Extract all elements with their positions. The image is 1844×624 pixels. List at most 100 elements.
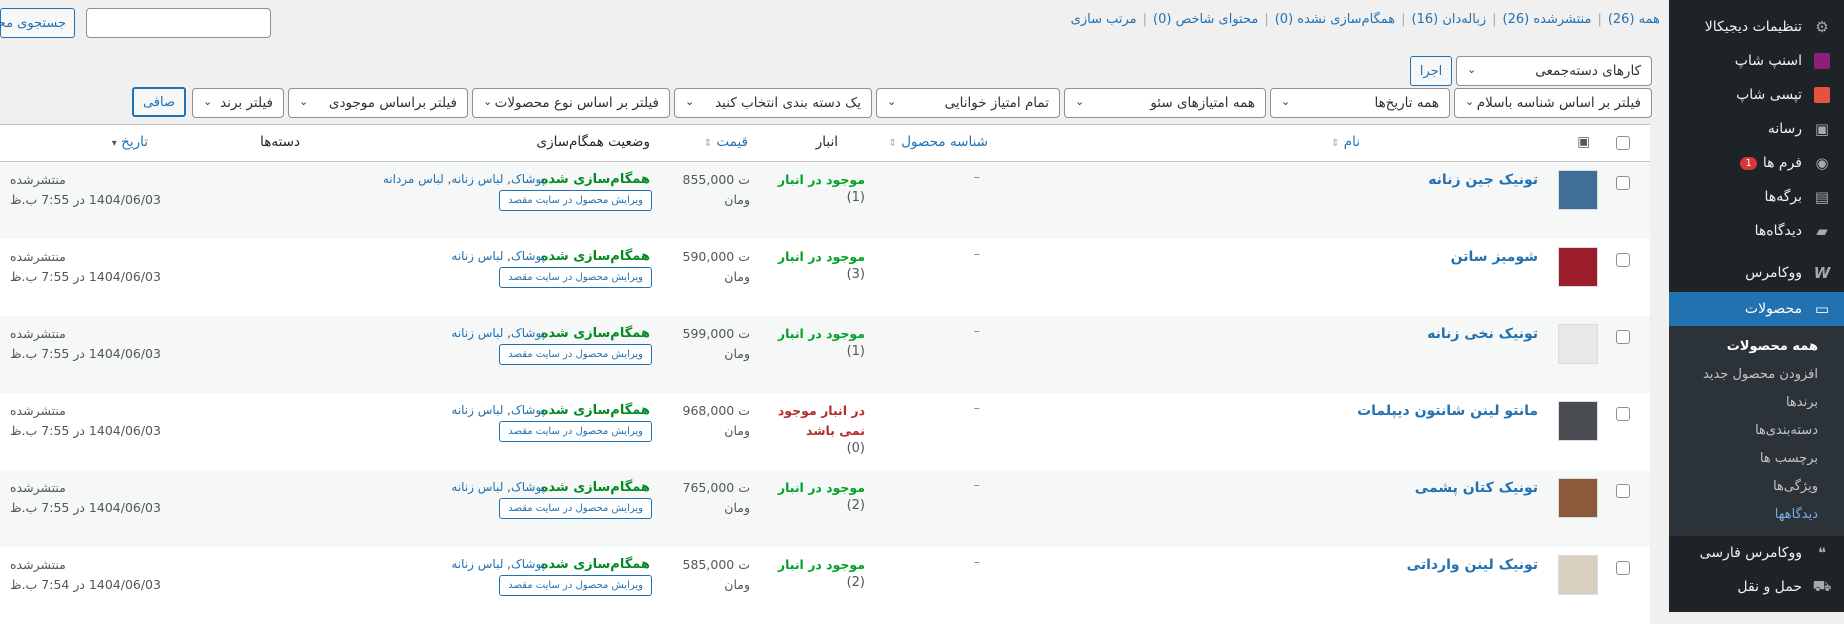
- price-cell: 590,000 ت ومان: [683, 247, 750, 287]
- submenu-reviews[interactable]: دیدگاهها: [1669, 500, 1844, 528]
- category-link[interactable]: پوشاک: [511, 557, 545, 571]
- basalam-filter-select[interactable]: فیلتر بر اساس شناسه باسلام ⌄: [1454, 88, 1652, 118]
- notification-badge: 1: [1740, 156, 1757, 170]
- edit-on-destination-button[interactable]: ویرایش محصول در سایت مقصد: [499, 575, 652, 596]
- column-sku[interactable]: شناسه محصول ⇕: [889, 134, 988, 150]
- product-thumbnail[interactable]: [1558, 324, 1598, 364]
- sidebar-item-media[interactable]: ▣ رسانه: [1669, 112, 1844, 146]
- sidebar-item-label: برگه‌ها: [1764, 189, 1802, 205]
- submenu-categories[interactable]: دسته‌بندی‌ها: [1669, 416, 1844, 444]
- product-thumbnail[interactable]: [1558, 478, 1598, 518]
- submenu-brands[interactable]: برندها: [1669, 388, 1844, 416]
- readability-filter-select[interactable]: تمام امتیاز خوانایی ⌄: [876, 88, 1060, 118]
- product-thumbnail[interactable]: [1558, 401, 1598, 441]
- sidebar-item-label: رسانه: [1767, 121, 1802, 137]
- category-link[interactable]: لباس زنانه: [451, 557, 503, 571]
- category-link[interactable]: لباس زنانه: [451, 480, 503, 494]
- seo-filter-select[interactable]: همه امتیازهای سئو ⌄: [1064, 88, 1266, 118]
- column-date-label: تاریخ: [121, 134, 148, 150]
- submenu-tags[interactable]: برچسب ها: [1669, 444, 1844, 472]
- category-link[interactable]: لباس زنانه: [451, 249, 503, 263]
- price-currency: ومان: [724, 577, 750, 592]
- product-type-filter-select[interactable]: فیلتر بر اساس نوع محصولات ⌄: [472, 88, 670, 118]
- row-checkbox[interactable]: [1616, 176, 1630, 190]
- column-price[interactable]: قیمت ⇕: [704, 134, 748, 150]
- row-checkbox[interactable]: [1616, 330, 1630, 344]
- product-name-link[interactable]: تونیک لینن وارداتی: [1407, 557, 1538, 573]
- row-checkbox[interactable]: [1616, 407, 1630, 421]
- price-cell: 585,000 ت ومان: [683, 555, 750, 595]
- product-name-link[interactable]: تونیک نخی زنانه: [1427, 326, 1538, 342]
- sidebar-item-shipping[interactable]: ⛟ حمل و نقل: [1669, 570, 1844, 604]
- stock-quantity: (2): [846, 498, 865, 513]
- sidebar-item-forms[interactable]: ◉ فرم ها 1: [1669, 146, 1844, 180]
- brand-filter-select[interactable]: فیلتر برند ⌄: [192, 88, 284, 118]
- row-checkbox[interactable]: [1616, 253, 1630, 267]
- select-all-checkbox[interactable]: [1616, 136, 1630, 150]
- view-trash[interactable]: زباله‌دان (16): [1412, 12, 1487, 27]
- date-filter-value: همه تاریخ‌ها: [1374, 95, 1439, 111]
- row-checkbox[interactable]: [1616, 484, 1630, 498]
- edit-on-destination-button[interactable]: ویرایش محصول در سایت مقصد: [499, 344, 652, 365]
- edit-on-destination-button[interactable]: ویرایش محصول در سایت مقصد: [499, 267, 652, 288]
- category-link[interactable]: پوشاک: [511, 249, 545, 263]
- category-link[interactable]: لباس زنانه: [451, 326, 503, 340]
- filter-button[interactable]: صافی: [132, 87, 186, 117]
- row-checkbox[interactable]: [1616, 561, 1630, 575]
- stock-label: موجود در انبار: [777, 172, 865, 187]
- view-featured[interactable]: محتوای شاخص (0): [1153, 12, 1258, 27]
- column-date[interactable]: تاریخ ▾: [112, 134, 148, 150]
- stock-filter-select[interactable]: فیلتر براساس موجودی ⌄: [288, 88, 468, 118]
- category-link[interactable]: پوشاک: [511, 326, 545, 340]
- search-button[interactable]: جستجوی محصولات: [0, 8, 75, 38]
- category-link[interactable]: لباس زنانه: [451, 172, 503, 186]
- product-thumbnail[interactable]: [1558, 247, 1598, 287]
- product-name-link[interactable]: تونیک جین زنانه: [1428, 172, 1538, 188]
- view-all[interactable]: همه (26): [1608, 12, 1660, 27]
- column-name[interactable]: نام ⇕: [1331, 134, 1360, 150]
- sidebar-item-woocommerce-farsi[interactable]: ❝ ووکامرس فارسی: [1669, 536, 1844, 570]
- edit-on-destination-button[interactable]: ویرایش محصول در سایت مقصد: [499, 421, 652, 442]
- product-name-link[interactable]: مانتو لینن شانتون دیپلمات: [1357, 403, 1538, 419]
- apply-bulk-button[interactable]: اجرا: [1410, 56, 1452, 86]
- stock-quantity: (3): [846, 267, 865, 282]
- sidebar-item-digikala-settings[interactable]: ⚙ تنظیمات دیجیکالا: [1669, 10, 1844, 44]
- sidebar-item-pages[interactable]: ▤ برگه‌ها: [1669, 180, 1844, 214]
- edit-on-destination-button[interactable]: ویرایش محصول در سایت مقصد: [499, 190, 652, 211]
- category-link[interactable]: پوشاک: [511, 403, 545, 417]
- sort-icon: ⇕: [703, 138, 713, 149]
- category-filter-select[interactable]: یک دسته بندی انتخاب کنید ⌄: [674, 88, 872, 118]
- sidebar-item-snappshop[interactable]: اسنپ شاپ: [1669, 44, 1844, 78]
- product-sku: –: [973, 401, 981, 416]
- sidebar-item-comments[interactable]: ▰ دیدگاه‌ها: [1669, 214, 1844, 248]
- search-input[interactable]: [86, 8, 271, 38]
- price-value: 855,000 ت: [682, 172, 750, 187]
- table-row: تونیک جین زنانه – موجود در انبار (1) 855…: [0, 162, 1650, 239]
- product-thumbnail[interactable]: [1558, 170, 1598, 210]
- view-not-synced[interactable]: همگام‌سازی نشده (0): [1275, 12, 1395, 27]
- date-filter-select[interactable]: همه تاریخ‌ها ⌄: [1270, 88, 1450, 118]
- product-name-link[interactable]: شومیز ساتن: [1451, 249, 1538, 265]
- category-link[interactable]: لباس مردانه: [383, 172, 444, 186]
- category-link[interactable]: پوشاک: [511, 172, 545, 186]
- stock-label: در انبار موجود: [777, 403, 865, 418]
- product-categories: پوشاک, لباس زنانه: [451, 249, 545, 263]
- sidebar-item-label: اسنپ شاپ: [1734, 53, 1802, 69]
- view-published[interactable]: منتشرشده (26): [1503, 12, 1592, 27]
- edit-on-destination-button[interactable]: ویرایش محصول در سایت مقصد: [499, 498, 652, 519]
- sidebar-item-woocommerce[interactable]: W ووکامرس: [1669, 256, 1844, 290]
- product-name-link[interactable]: تونیک کتان پشمی: [1415, 480, 1538, 496]
- bulk-actions-select[interactable]: کارهای دسته‌جمعی ⌄: [1456, 56, 1652, 86]
- submenu-attributes[interactable]: ویژگی‌ها: [1669, 472, 1844, 500]
- product-thumbnail[interactable]: [1558, 555, 1598, 595]
- view-sort[interactable]: مرتب سازی: [1071, 12, 1137, 27]
- sidebar-item-products[interactable]: ▭ محصولات: [1669, 292, 1844, 326]
- category-separator: ,: [503, 480, 511, 494]
- date-cell: منتشرشده 1404/06/03 در 7:55 ب.ظ: [10, 170, 161, 210]
- submenu-add-product[interactable]: افزودن محصول جدید: [1669, 360, 1844, 388]
- category-link[interactable]: پوشاک: [511, 480, 545, 494]
- sidebar-item-tapsishop[interactable]: تپسی شاپ: [1669, 78, 1844, 112]
- submenu-all-products[interactable]: همه محصولات: [1669, 332, 1844, 360]
- category-link[interactable]: لباس زنانه: [451, 403, 503, 417]
- publish-status: منتشرشده: [10, 403, 66, 418]
